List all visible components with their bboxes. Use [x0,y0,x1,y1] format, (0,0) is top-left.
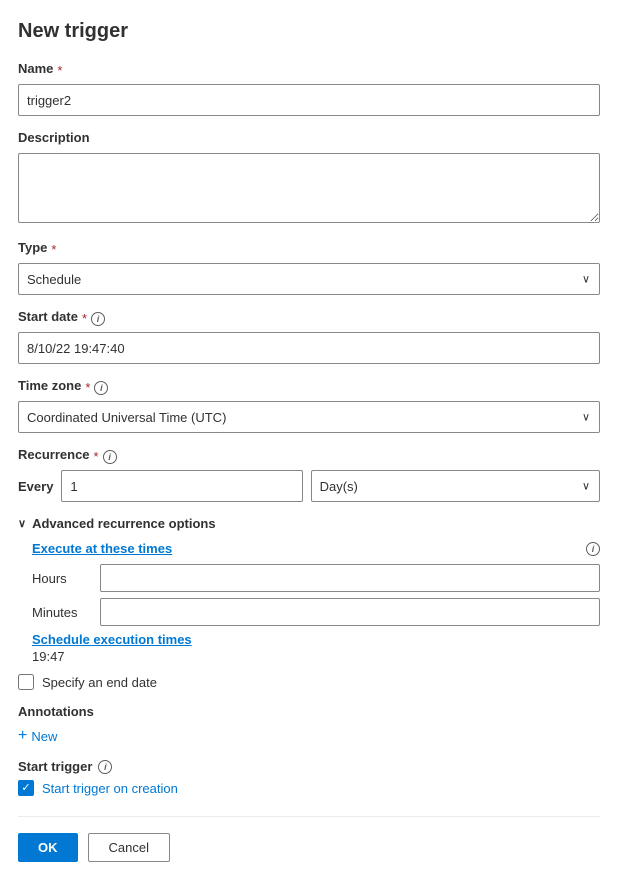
start-trigger-checkbox[interactable]: ✓ [18,780,34,796]
name-input[interactable] [18,84,600,116]
hours-row: Hours [32,564,600,592]
minutes-label: Minutes [32,605,92,620]
time-zone-required: * [85,380,90,395]
end-date-checkbox[interactable] [18,674,34,690]
time-zone-label: Time zone [18,378,81,393]
name-required: * [57,63,62,78]
start-trigger-info-icon[interactable]: i [98,760,112,774]
recurrence-unit-select[interactable]: Day(s) Hour(s) Minute(s) Week(s) Month(s… [311,470,600,502]
annotations-section: Annotations + New [18,704,600,745]
end-date-row: Specify an end date [18,674,600,690]
recurrence-label: Recurrence [18,447,90,462]
recurrence-number-wrapper [61,470,302,502]
type-label: Type [18,240,47,255]
type-required: * [51,242,56,257]
advanced-section: ∨ Advanced recurrence options Execute at… [18,516,600,664]
description-label: Description [18,130,90,145]
advanced-content: Execute at these times i Hours Minutes S… [18,541,600,664]
start-date-required: * [82,311,87,326]
cancel-button[interactable]: Cancel [88,833,170,862]
minutes-input[interactable] [100,598,600,626]
type-field-group: Type * Schedule Tumbling window Event ∨ [18,240,600,295]
time-zone-info-icon[interactable]: i [94,381,108,395]
type-select-wrapper: Schedule Tumbling window Event ∨ [18,263,600,295]
hours-input[interactable] [100,564,600,592]
recurrence-number-input[interactable] [61,470,302,502]
time-zone-select[interactable]: Coordinated Universal Time (UTC) Eastern… [18,401,600,433]
ok-button[interactable]: OK [18,833,78,862]
advanced-toggle-label: Advanced recurrence options [32,516,216,531]
every-label: Every [18,479,53,494]
end-date-label: Specify an end date [42,675,157,690]
time-zone-field-group: Time zone * i Coordinated Universal Time… [18,378,600,433]
schedule-execution-section: Schedule execution times 19:47 [32,632,600,664]
description-field-group: Description [18,130,600,226]
start-trigger-checkbox-label: Start trigger on creation [42,781,178,796]
recurrence-row: Every Day(s) Hour(s) Minute(s) Week(s) M… [18,470,600,502]
advanced-toggle[interactable]: ∨ Advanced recurrence options [18,516,600,531]
new-annotation-button[interactable]: + New [18,727,57,745]
minutes-row: Minutes [32,598,600,626]
execute-link[interactable]: Execute at these times [32,541,172,556]
description-input[interactable] [18,153,600,223]
start-trigger-checkbox-row: ✓ Start trigger on creation [18,780,600,796]
plus-icon: + [18,727,27,745]
advanced-chevron-icon: ∨ [18,517,26,530]
start-date-info-icon[interactable]: i [91,312,105,326]
start-date-field-group: Start date * i [18,309,600,364]
start-date-label: Start date [18,309,78,324]
footer-divider [18,816,600,817]
execute-info-icon[interactable]: i [586,542,600,556]
start-trigger-label-row: Start trigger i [18,759,600,774]
name-field-group: Name * [18,61,600,116]
recurrence-unit-wrapper: Day(s) Hour(s) Minute(s) Week(s) Month(s… [311,470,600,502]
recurrence-field-group: Recurrence * i Every Day(s) Hour(s) Minu… [18,447,600,502]
annotations-label: Annotations [18,704,600,719]
schedule-time-value: 19:47 [32,649,600,664]
start-trigger-label: Start trigger [18,759,92,774]
check-icon: ✓ [21,783,30,794]
start-trigger-section: Start trigger i ✓ Start trigger on creat… [18,759,600,796]
schedule-link[interactable]: Schedule execution times [32,632,192,647]
new-button-label: New [31,729,57,744]
time-zone-select-wrapper: Coordinated Universal Time (UTC) Eastern… [18,401,600,433]
execute-header: Execute at these times i [32,541,600,556]
footer-buttons: OK Cancel [18,833,600,862]
recurrence-required: * [94,449,99,464]
recurrence-info-icon[interactable]: i [103,450,117,464]
start-date-input[interactable] [18,332,600,364]
type-select[interactable]: Schedule Tumbling window Event [18,263,600,295]
page-title: New trigger [18,20,600,43]
hours-label: Hours [32,571,92,586]
name-label: Name [18,61,53,76]
